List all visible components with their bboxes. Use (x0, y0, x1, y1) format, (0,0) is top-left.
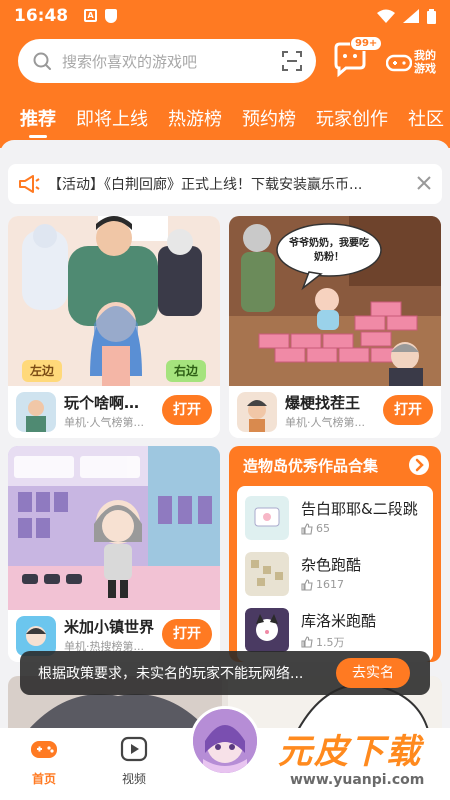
speech-bubble-line-1: 爷爷奶奶，我要吃 (289, 236, 369, 249)
likes-value: 1617 (316, 578, 344, 591)
game-banner-image: 爷爷奶奶，我要吃 奶粉！ (229, 216, 441, 386)
collection-title: 造物岛优秀作品合集 (243, 457, 379, 475)
thumbs-up-icon (301, 522, 313, 535)
game-icon (16, 616, 56, 656)
nav-video-label: 视频 (121, 772, 146, 786)
gamepad-icon (31, 741, 57, 758)
thumbs-up-icon (301, 578, 313, 591)
status-bar: 16:48 A (0, 0, 450, 32)
watermark-url: www.yuanpi.com (290, 772, 425, 788)
collection-item[interactable]: 告白耶耶&二段跳 65 (245, 496, 429, 548)
close-icon[interactable] (416, 175, 432, 191)
verify-realname-button[interactable]: 去实名 (336, 658, 410, 688)
game-icon (16, 392, 56, 432)
avatar-image (193, 709, 257, 773)
collection-card[interactable]: 造物岛优秀作品合集 告白耶耶&二段跳 65 杂色跑酷 1617 库洛米跑酷 1.… (229, 446, 441, 662)
status-time: 16:48 (14, 6, 69, 26)
wifi-icon (377, 9, 395, 23)
open-button[interactable]: 打开 (383, 395, 433, 425)
header: 搜索你喜欢的游戏吧 99+ 我的游戏 推荐 即将上线 热游榜 预约榜 玩家创作 … (0, 32, 450, 148)
collection-thumbnail (245, 496, 289, 540)
scan-icon[interactable] (282, 51, 302, 71)
notice-text: 【活动】《白荆回廊》正式上线！下载安装赢乐币... (48, 177, 363, 193)
play-icon (120, 736, 148, 762)
card-footer: 玩个啥啊（... 单机·人气榜第... 打开 (8, 386, 220, 438)
watermark-main: 元皮下载 (278, 732, 422, 772)
collection-item[interactable]: 杂色跑酷 1617 (245, 552, 429, 604)
search-icon (33, 52, 51, 70)
nav-home[interactable]: 首页 (14, 736, 74, 787)
collection-item-name: 告白耶耶&二段跳 (301, 500, 418, 518)
speech-bubble-line-2: 奶粉！ (314, 250, 344, 263)
collection-thumbnail (245, 552, 289, 596)
search-input[interactable]: 搜索你喜欢的游戏吧 (18, 39, 316, 83)
game-icon (237, 392, 277, 432)
message-badge: 99+ (350, 36, 383, 51)
card-footer: 爆梗找茬王 单机·人气榜第... 打开 (229, 386, 441, 438)
site-watermark: 元皮下载 www.yuanpi.com (268, 722, 450, 800)
chevron-right-icon[interactable] (409, 455, 429, 475)
game-title: 米加小镇世界 (64, 618, 154, 636)
game-subtitle: 单机·人气榜第... (64, 416, 144, 429)
collection-thumbnail (245, 608, 289, 652)
collection-list: 告白耶耶&二段跳 65 杂色跑酷 1617 库洛米跑酷 1.5万 (237, 486, 433, 662)
open-button[interactable]: 打开 (162, 395, 212, 425)
likes-count: 1617 (301, 578, 344, 591)
game-subtitle: 单机·人气榜第... (285, 416, 365, 429)
game-card[interactable]: 爷爷奶奶，我要吃 奶粉！ 爆梗找茬王 单机·人气榜第... 打开 (229, 216, 441, 438)
signal-icon (403, 9, 419, 23)
search-placeholder: 搜索你喜欢的游戏吧 (62, 52, 198, 71)
game-card[interactable]: 米加小镇世界 单机·热搜榜第... 打开 (8, 446, 220, 662)
collection-item-name: 杂色跑酷 (301, 556, 362, 574)
tag-right: 右边 (165, 360, 206, 382)
game-title: 玩个啥啊（... (64, 394, 154, 412)
game-card[interactable]: 左边 右边 玩个啥啊（... 单机·人气榜第... 打开 (8, 216, 220, 438)
battery-icon (427, 8, 436, 24)
gamepad-icon (386, 54, 412, 72)
thumbs-up-icon (301, 636, 313, 648)
game-banner-image (8, 446, 220, 610)
realname-toast: 根据政策要求，未实名的玩家不能玩网络... 去实名 (20, 651, 430, 695)
likes-value: 65 (316, 522, 330, 535)
tag-left: 左边 (22, 360, 63, 382)
toast-text: 根据政策要求，未实名的玩家不能玩网络... (38, 666, 304, 682)
megaphone-icon (19, 175, 40, 193)
notification-a-icon: A (84, 9, 98, 22)
likes-value: 1.5万 (316, 636, 345, 649)
collection-item-name: 库洛米跑酷 (301, 612, 377, 630)
game-title: 爆梗找茬王 (285, 394, 361, 412)
activity-notice[interactable]: 【活动】《白荆回廊》正式上线！下载安装赢乐币... (8, 164, 442, 204)
center-avatar-button[interactable] (190, 706, 260, 776)
nav-home-label: 首页 (31, 772, 56, 786)
my-games-button[interactable]: 我的游戏 (386, 42, 442, 82)
content-area-top (0, 140, 450, 160)
shield-icon (105, 9, 118, 23)
nav-video[interactable]: 视频 (104, 736, 164, 787)
likes-count: 1.5万 (301, 634, 345, 650)
my-games-label: 我的游戏 (414, 49, 436, 75)
likes-count: 65 (301, 522, 330, 535)
open-button[interactable]: 打开 (162, 619, 212, 649)
